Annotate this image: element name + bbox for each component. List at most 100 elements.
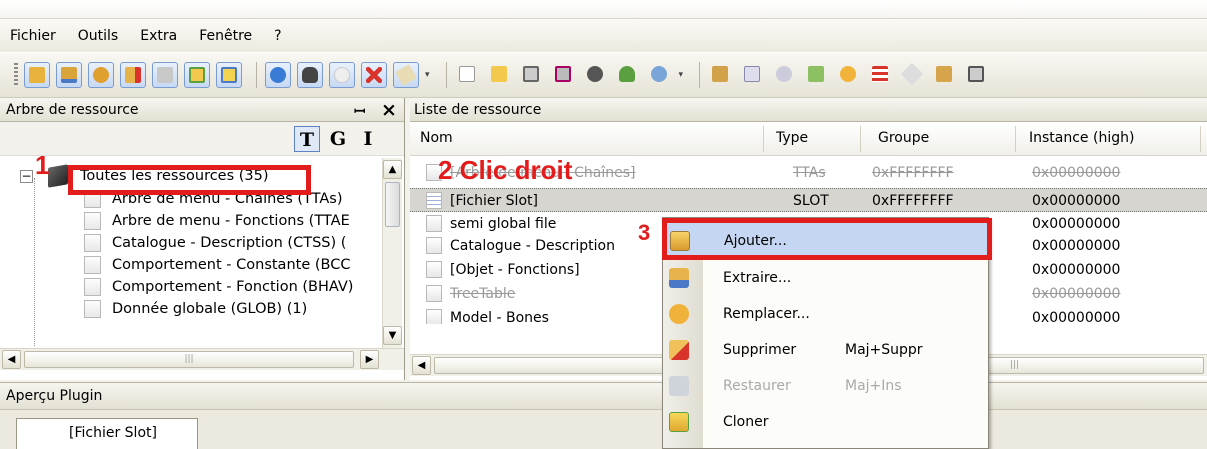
row-nom: semi global file — [450, 216, 557, 232]
column-headers: Nom Type Groupe Instance (high) — [410, 122, 1207, 156]
view-group-button[interactable]: G — [325, 126, 351, 152]
link-icon[interactable] — [772, 62, 798, 88]
scroll-thumb[interactable]: ||| — [24, 351, 354, 368]
view-toggle-bar: T G I — [0, 122, 404, 156]
row-nom: Model - Bones — [450, 310, 549, 324]
paste-icon[interactable] — [932, 62, 958, 88]
menu-help[interactable]: ? — [274, 28, 281, 44]
view-instance-button[interactable]: I — [355, 126, 381, 152]
menu-bar: Fichier Outils Extra Fenêtre ? — [0, 18, 1207, 52]
row-nom: [Objet - Fonctions] — [450, 262, 580, 278]
add-resource-icon[interactable] — [24, 62, 50, 88]
resource-tree-header: Arbre de ressource ꟷ × — [0, 98, 404, 122]
row-groupe: 0xFFFFFFFF — [872, 165, 954, 181]
menu-item-remplacer[interactable]: Remplacer... — [663, 296, 990, 332]
package-icon[interactable] — [708, 62, 734, 88]
toolbar-overflow-icon[interactable]: ▾ — [425, 70, 430, 80]
plugin-icon[interactable] — [804, 62, 830, 88]
tab-fichier-slot[interactable]: [Fichier Slot] — [16, 418, 198, 449]
package-icon — [48, 164, 68, 188]
copy-resource-icon[interactable] — [216, 62, 242, 88]
delete-icon — [669, 340, 689, 360]
menu-fenetre[interactable]: Fenêtre — [199, 28, 252, 44]
collapse-icon[interactable]: − — [20, 170, 33, 183]
delete-resource-icon[interactable] — [120, 62, 146, 88]
document-icon[interactable] — [740, 62, 766, 88]
list-icon[interactable] — [868, 62, 894, 88]
tree-item[interactable]: Arbre de menu - Fonctions (TTAE — [112, 211, 350, 232]
menu-extra[interactable]: Extra — [140, 28, 177, 44]
scroll-left-icon[interactable]: ◀ — [2, 350, 21, 369]
list-row-selected[interactable]: [Fichier Slot] SLOT 0xFFFFFFFF 0x0000000… — [410, 188, 1207, 212]
close-icon[interactable]: × — [381, 99, 397, 121]
refresh-icon[interactable] — [265, 62, 291, 88]
menu-fichier[interactable]: Fichier — [10, 28, 56, 44]
eraser-icon[interactable] — [393, 62, 419, 88]
view-type-button[interactable]: T — [294, 126, 320, 152]
window-icon[interactable] — [964, 62, 990, 88]
tree-item[interactable]: Catalogue - Description (CTSS) ( — [112, 233, 346, 254]
tree-root-all-resources[interactable]: Toutes les ressources (35) — [80, 166, 269, 187]
row-instance: 0x00000000 — [1032, 262, 1121, 278]
tree-horizontal-scrollbar[interactable]: ◀ ||| ▶ — [0, 348, 404, 370]
menu-item-extraire[interactable]: Extraire... — [663, 260, 990, 296]
row-instance: 0x00000000 — [1032, 165, 1121, 181]
save-icon[interactable] — [519, 62, 545, 88]
star-icon[interactable] — [836, 62, 862, 88]
scroll-thumb[interactable] — [385, 182, 400, 227]
resource-icon — [84, 190, 101, 208]
menu-item-restaurer[interactable]: Restaurer Maj+Ins — [663, 368, 990, 404]
scroll-down-icon[interactable]: ▼ — [383, 326, 402, 345]
cancel-icon[interactable] — [361, 62, 387, 88]
object-icon[interactable] — [297, 62, 323, 88]
column-nom[interactable]: Nom — [420, 130, 453, 146]
row-nom: TreeTable — [450, 286, 516, 302]
resource-icon — [426, 261, 442, 278]
tree-item[interactable]: Comportement - Constante (BCC — [112, 255, 350, 276]
plugin-preview-header: Aperçu Plugin — [0, 382, 1207, 409]
search-icon[interactable] — [647, 62, 673, 88]
resource-tree-panel: Arbre de ressource ꟷ × T G I − Toutes le… — [0, 98, 405, 380]
menu-item-supprimer[interactable]: Supprimer Maj+Suppr — [663, 332, 990, 368]
column-groupe[interactable]: Groupe — [878, 130, 929, 146]
toolbar-grip[interactable] — [14, 63, 18, 87]
close-file-icon[interactable] — [583, 62, 609, 88]
users-icon[interactable] — [615, 62, 641, 88]
clone-resource-icon[interactable] — [184, 62, 210, 88]
annotation-step2: 2 Clic droit — [438, 155, 573, 185]
row-nom: [Fichier Slot] — [450, 193, 538, 209]
cut-icon[interactable] — [900, 62, 926, 88]
toolbar-overflow-icon[interactable]: ▾ — [679, 70, 684, 80]
restore-resource-icon[interactable] — [152, 62, 178, 88]
toolbar-separator — [256, 62, 257, 88]
menu-outils[interactable]: Outils — [78, 28, 118, 44]
tree-item[interactable]: Comportement - Fonction (BHAV) — [112, 277, 353, 298]
scroll-up-icon[interactable]: ▲ — [383, 160, 402, 179]
scroll-right-icon[interactable]: ▶ — [360, 350, 379, 369]
resource-icon — [426, 285, 442, 302]
column-type[interactable]: Type — [776, 130, 808, 146]
save-as-icon[interactable] — [551, 62, 577, 88]
extract-icon — [669, 268, 689, 288]
tree-item[interactable]: Arbre de menu - Chaînes (TTAs) — [112, 189, 343, 210]
menu-item-cloner[interactable]: Cloner — [663, 404, 990, 440]
clone-icon — [669, 412, 689, 432]
scroll-left-icon[interactable]: ◀ — [412, 356, 431, 375]
replace-resource-icon[interactable] — [88, 62, 114, 88]
add-icon — [670, 231, 690, 251]
row-type: SLOT — [793, 193, 829, 209]
toolbar: ▾ ▾ — [0, 52, 1207, 98]
new-file-icon[interactable] — [455, 62, 481, 88]
tree-vertical-scrollbar[interactable]: ▲ ▼ — [382, 158, 402, 348]
column-instance-high[interactable]: Instance (high) — [1029, 130, 1134, 146]
resource-icon — [84, 278, 101, 296]
tree-item[interactable]: Donnée globale (GLOB) (1) — [112, 299, 307, 320]
smiley-icon[interactable] — [329, 62, 355, 88]
extract-resource-icon[interactable] — [56, 62, 82, 88]
annotation-step3: 3 — [638, 220, 651, 245]
row-instance: 0x00000000 — [1032, 310, 1121, 324]
open-folder-icon[interactable] — [487, 62, 513, 88]
menu-item-ajouter[interactable]: Ajouter... — [663, 222, 990, 258]
row-groupe: 0xFFFFFFFF — [872, 193, 954, 209]
pin-icon[interactable]: ꟷ — [354, 102, 365, 121]
